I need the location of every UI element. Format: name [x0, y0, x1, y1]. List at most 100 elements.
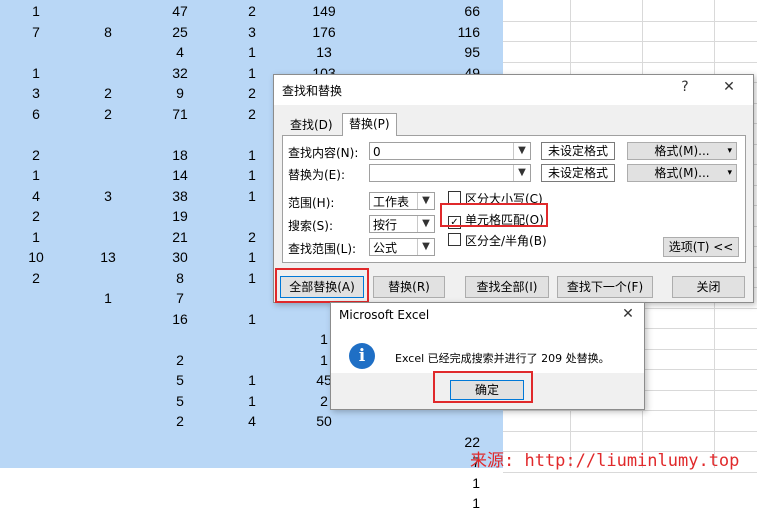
- cell[interactable]: 3: [0, 83, 72, 103]
- chevron-down-icon[interactable]: ▼: [417, 193, 434, 209]
- cell[interactable]: 16: [144, 309, 216, 329]
- replace-with-input[interactable]: ▼: [369, 164, 531, 182]
- cell[interactable]: [72, 350, 144, 370]
- cell[interactable]: 14: [144, 165, 216, 185]
- ok-button[interactable]: 确定: [450, 380, 524, 400]
- cell[interactable]: 1: [420, 473, 480, 493]
- find-what-input[interactable]: 0 ▼: [369, 142, 531, 160]
- cell[interactable]: 8: [144, 268, 216, 288]
- cell[interactable]: [0, 329, 72, 349]
- cell[interactable]: [144, 432, 216, 452]
- cell[interactable]: 2: [0, 268, 72, 288]
- cell[interactable]: [72, 473, 144, 493]
- cell[interactable]: [216, 452, 288, 472]
- look-in-select[interactable]: 公式 ▼: [369, 238, 435, 256]
- cell[interactable]: 18: [144, 145, 216, 165]
- cell[interactable]: [72, 145, 144, 165]
- chevron-down-icon[interactable]: ▼: [417, 216, 434, 232]
- cell[interactable]: [144, 493, 216, 513]
- cell[interactable]: 1: [0, 1, 72, 21]
- cell[interactable]: [72, 206, 144, 226]
- match-entire-cell-checkbox[interactable]: ✓ 单元格匹配(O): [448, 212, 544, 229]
- cell[interactable]: 7: [144, 288, 216, 308]
- cell[interactable]: 38: [144, 186, 216, 206]
- cell[interactable]: 32: [144, 63, 216, 83]
- cell[interactable]: 9: [144, 83, 216, 103]
- chevron-down-icon[interactable]: ▼: [417, 239, 434, 255]
- cell[interactable]: [72, 329, 144, 349]
- cell[interactable]: 116: [420, 22, 480, 42]
- cell[interactable]: [288, 432, 360, 452]
- find-all-button[interactable]: 查找全部(I): [465, 276, 549, 298]
- checkbox-box[interactable]: [448, 233, 461, 246]
- cell[interactable]: [216, 432, 288, 452]
- cell[interactable]: 30: [144, 247, 216, 267]
- cell[interactable]: [72, 370, 144, 390]
- cell[interactable]: [288, 452, 360, 472]
- close-icon[interactable]: ✕: [719, 79, 739, 95]
- cell[interactable]: [420, 411, 480, 431]
- cell[interactable]: [216, 493, 288, 513]
- cell[interactable]: 71: [144, 104, 216, 124]
- cell[interactable]: [216, 329, 288, 349]
- cell[interactable]: [144, 473, 216, 493]
- cell[interactable]: 1: [216, 370, 288, 390]
- cell[interactable]: 1: [216, 309, 288, 329]
- cell[interactable]: 176: [288, 22, 360, 42]
- checkbox-box[interactable]: [448, 191, 461, 204]
- cell[interactable]: 4: [0, 186, 72, 206]
- cell[interactable]: [0, 493, 72, 513]
- cell[interactable]: [144, 452, 216, 472]
- within-select[interactable]: 工作表 ▼: [369, 192, 435, 210]
- tab-find[interactable]: 查找(D): [284, 115, 339, 135]
- cell[interactable]: 3: [216, 22, 288, 42]
- cell[interactable]: [72, 124, 144, 144]
- cell[interactable]: 25: [144, 22, 216, 42]
- match-byte-checkbox[interactable]: 区分全/半角(B): [448, 233, 547, 249]
- cell[interactable]: [0, 124, 72, 144]
- cell[interactable]: [72, 165, 144, 185]
- cell[interactable]: 2: [0, 206, 72, 226]
- cell[interactable]: 2: [72, 83, 144, 103]
- cell[interactable]: 5: [144, 391, 216, 411]
- cell[interactable]: 1: [72, 288, 144, 308]
- replace-button[interactable]: 替换(R): [373, 276, 445, 298]
- cell[interactable]: [72, 391, 144, 411]
- cell[interactable]: [0, 288, 72, 308]
- cell[interactable]: 8: [72, 22, 144, 42]
- cell[interactable]: [216, 350, 288, 370]
- cell[interactable]: 6: [0, 104, 72, 124]
- chevron-down-icon[interactable]: ▼: [513, 165, 530, 181]
- cell[interactable]: 4: [144, 42, 216, 62]
- cell[interactable]: 1: [0, 63, 72, 83]
- chevron-down-icon[interactable]: ▼: [513, 143, 530, 159]
- cell[interactable]: 21: [144, 227, 216, 247]
- match-case-checkbox[interactable]: 区分大小写(C): [448, 191, 543, 207]
- checkmark-icon[interactable]: ✓: [448, 216, 461, 229]
- cell[interactable]: 2: [144, 411, 216, 431]
- help-button[interactable]: ?: [675, 79, 695, 95]
- replace-format-button[interactable]: 格式(M)... ▾: [627, 164, 737, 182]
- cell[interactable]: [72, 268, 144, 288]
- cell[interactable]: [0, 452, 72, 472]
- cell[interactable]: [72, 42, 144, 62]
- cell[interactable]: 2: [216, 1, 288, 21]
- cell[interactable]: [288, 473, 360, 493]
- cell[interactable]: 1: [420, 493, 480, 513]
- cell[interactable]: [0, 411, 72, 431]
- cell[interactable]: 5: [144, 370, 216, 390]
- cell[interactable]: 10: [0, 247, 72, 267]
- cell[interactable]: [72, 1, 144, 21]
- cell[interactable]: 1: [0, 227, 72, 247]
- cell[interactable]: 2: [0, 145, 72, 165]
- cell[interactable]: 13: [72, 247, 144, 267]
- cell[interactable]: 2: [72, 104, 144, 124]
- cell[interactable]: 1: [216, 391, 288, 411]
- replace-all-button[interactable]: 全部替换(A): [280, 276, 364, 298]
- cell[interactable]: [0, 432, 72, 452]
- cell[interactable]: 149: [288, 1, 360, 21]
- cell[interactable]: 50: [288, 411, 360, 431]
- cell[interactable]: [72, 493, 144, 513]
- find-format-button[interactable]: 格式(M)... ▾: [627, 142, 737, 160]
- cell[interactable]: [0, 370, 72, 390]
